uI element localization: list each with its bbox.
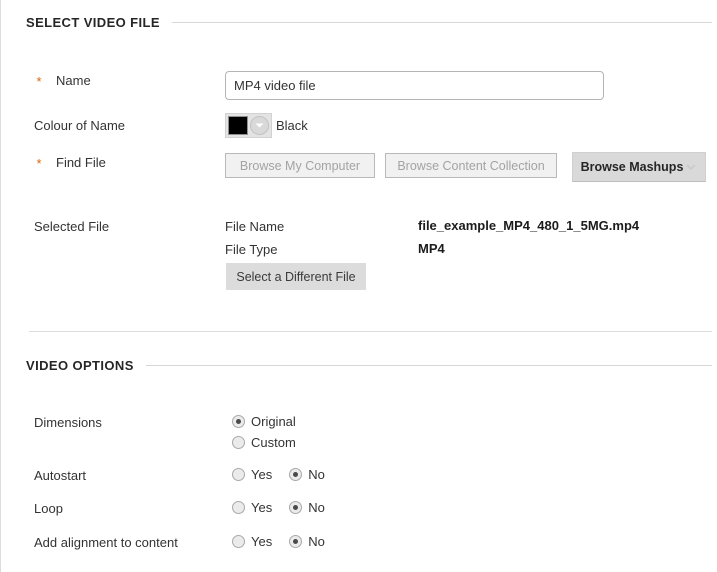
colour-swatch [228,116,248,135]
field-label-selected-file: Selected File [34,219,110,234]
browse-content-collection-button[interactable]: Browse Content Collection [385,153,557,178]
radio-label-loop-no: No [308,500,325,515]
field-label-find-file: Find File [56,155,106,170]
section-rule [171,22,712,23]
section-rule [145,365,712,366]
radio-button-loop-yes[interactable] [232,501,245,514]
radio-option-loop-no[interactable]: No [289,500,325,515]
browse-mashups-button[interactable]: Browse Mashups [572,152,706,182]
section-title-select-video-file: SELECT VIDEO FILE [26,15,160,30]
browse-mashups-label: Browse Mashups [580,160,684,174]
file-type-value: MP4 [418,241,445,256]
radio-option-autostart-yes[interactable]: Yes [232,467,272,482]
section-header-video-options: VIDEO OPTIONS [26,358,712,373]
radio-option-loop-yes[interactable]: Yes [232,500,272,515]
section-title-video-options: VIDEO OPTIONS [26,358,134,373]
field-label-add-alignment: Add alignment to content [34,535,178,550]
radio-button-original[interactable] [232,415,245,428]
field-label-loop: Loop [34,501,63,516]
radio-option-custom[interactable]: Custom [232,435,296,450]
chevron-down-icon [685,162,697,172]
required-marker-find-file: * [36,156,42,171]
colour-picker[interactable] [225,113,272,138]
radio-label-autostart-yes: Yes [251,467,273,482]
loop-radio-group: Yes No [232,500,325,515]
browse-content-collection-label: Browse Content Collection [397,158,545,173]
radio-label-autostart-no: No [308,467,325,482]
radio-button-alignment-no[interactable] [289,535,303,548]
radio-button-autostart-no[interactable] [289,468,303,481]
radio-button-autostart-yes[interactable] [232,468,245,481]
autostart-radio-group: Yes No [232,467,325,482]
dimensions-radio-group: Original Custom [232,414,296,450]
add-alignment-radio-group: Yes No [232,534,325,549]
radio-label-alignment-no: No [308,534,325,549]
radio-label-original: Original [251,414,296,429]
browse-my-computer-button[interactable]: Browse My Computer [225,153,375,178]
field-label-autostart: Autostart [34,468,87,483]
file-type-label: File Type [225,242,278,257]
radio-label-loop-yes: Yes [251,500,273,515]
video-file-form: SELECT VIDEO FILE * Name Colour of Name … [0,0,717,572]
radio-option-original[interactable]: Original [232,414,296,429]
required-marker-name: * [36,74,42,89]
file-name-label: File Name [225,219,285,234]
select-a-different-file-button[interactable]: Select a Different File [226,263,366,290]
select-a-different-file-label: Select a Different File [236,269,356,284]
radio-button-loop-no[interactable] [289,501,303,514]
radio-option-alignment-yes[interactable]: Yes [232,534,272,549]
radio-label-custom: Custom [251,435,296,450]
radio-option-alignment-no[interactable]: No [289,534,325,549]
browse-my-computer-label: Browse My Computer [239,158,361,173]
field-label-colour-of-name: Colour of Name [34,118,126,133]
field-label-dimensions: Dimensions [34,415,102,430]
chevron-down-icon[interactable] [250,116,269,135]
colour-name-label: Black [276,118,308,133]
file-name-value: file_example_MP4_480_1_5MG.mp4 [418,218,640,233]
radio-button-alignment-yes[interactable] [232,535,245,548]
section-header-select-video-file: SELECT VIDEO FILE [26,15,712,30]
field-label-name: Name [56,73,91,88]
radio-button-custom[interactable] [232,436,245,449]
section-divider [29,331,712,332]
radio-label-alignment-yes: Yes [251,534,273,549]
name-input[interactable] [225,71,604,100]
radio-option-autostart-no[interactable]: No [289,467,325,482]
